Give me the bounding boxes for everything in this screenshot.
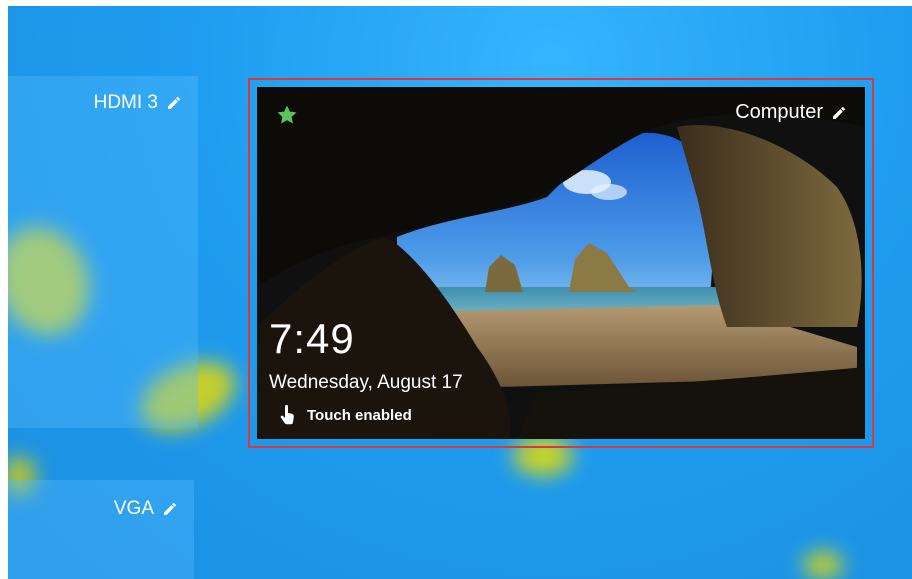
selected-input-frame[interactable]: Computer 7:49 Wednesday, August 17 Touch… xyxy=(248,78,874,448)
lock-screen-date: Wednesday, August 17 xyxy=(269,372,463,393)
input-tile-computer-label-row[interactable]: Computer xyxy=(735,101,847,124)
touch-status: Touch enabled xyxy=(279,405,412,425)
input-tile-hdmi3[interactable]: HDMI 3 xyxy=(8,76,198,428)
input-tile-hdmi3-label: HDMI 3 xyxy=(93,92,158,113)
touch-status-label: Touch enabled xyxy=(307,406,412,424)
pencil-icon[interactable] xyxy=(831,105,847,121)
input-tile-hdmi3-label-row[interactable]: HDMI 3 xyxy=(94,92,182,114)
star-icon[interactable] xyxy=(275,103,299,127)
input-tile-computer-label: Computer xyxy=(735,101,823,123)
input-tile-vga[interactable]: VGA xyxy=(8,480,194,579)
lock-screen-time: 7:49 xyxy=(269,315,355,362)
touch-hand-icon xyxy=(280,405,294,425)
pencil-icon[interactable] xyxy=(166,95,182,111)
input-selector-screen: HDMI 3 VGA Computer 7:49 Wednesday, Augu… xyxy=(8,6,912,579)
pencil-icon[interactable] xyxy=(162,501,178,517)
background-blob xyxy=(803,551,843,579)
input-tile-computer-preview[interactable]: Computer 7:49 Wednesday, August 17 Touch… xyxy=(257,87,865,439)
input-tile-vga-label-row[interactable]: VGA xyxy=(114,498,178,520)
input-tile-vga-label: VGA xyxy=(113,498,154,519)
